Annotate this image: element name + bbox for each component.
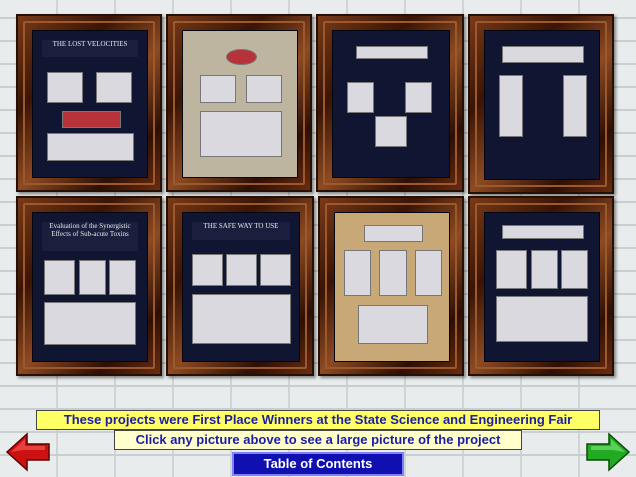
board-panel bbox=[414, 250, 442, 297]
board-panel bbox=[259, 254, 291, 287]
project-picture-2[interactable] bbox=[166, 14, 312, 192]
board-panel bbox=[225, 254, 257, 287]
project-board-image bbox=[334, 212, 450, 362]
board-panel bbox=[502, 224, 584, 239]
project-board-image bbox=[484, 212, 600, 362]
board-panel bbox=[346, 82, 375, 114]
board-panel bbox=[374, 115, 407, 147]
project-picture-7[interactable] bbox=[318, 196, 464, 376]
project-picture-3[interactable] bbox=[316, 14, 464, 192]
project-board-image bbox=[484, 30, 600, 180]
board-panel bbox=[95, 71, 132, 104]
board-panel bbox=[561, 250, 589, 289]
board-panel bbox=[109, 260, 137, 295]
right-arrow-icon bbox=[586, 432, 631, 472]
board-panel bbox=[530, 250, 558, 289]
previous-page-button[interactable] bbox=[5, 432, 51, 472]
project-board-image: THE LOST VELOCITIES bbox=[32, 30, 148, 178]
project-title: THE SAFE WAY TO USE bbox=[192, 221, 290, 240]
board-panel bbox=[192, 254, 224, 287]
project-board-image: THE SAFE WAY TO USE bbox=[182, 212, 300, 362]
left-arrow-icon bbox=[5, 432, 50, 472]
board-panel bbox=[357, 304, 429, 344]
board-panel bbox=[356, 45, 428, 60]
project-board-image: Evaluation of the Synergistic Effects of… bbox=[32, 212, 148, 362]
board-panel bbox=[192, 294, 291, 344]
board-panel bbox=[44, 301, 137, 346]
winners-banner: These projects were First Place Winners … bbox=[36, 410, 600, 430]
project-picture-8[interactable] bbox=[468, 196, 614, 376]
board-panel bbox=[344, 250, 372, 297]
board-panel bbox=[226, 48, 257, 66]
board-panel bbox=[200, 74, 237, 104]
board-panel bbox=[44, 260, 75, 295]
board-panel bbox=[78, 260, 106, 295]
board-panel bbox=[61, 111, 121, 128]
project-board-image bbox=[332, 30, 450, 178]
project-title: Evaluation of the Synergistic Effects of… bbox=[42, 221, 138, 252]
project-picture-1[interactable]: THE LOST VELOCITIES bbox=[16, 14, 162, 192]
project-picture-4[interactable] bbox=[468, 14, 614, 194]
board-panel bbox=[245, 74, 282, 104]
project-picture-6[interactable]: THE SAFE WAY TO USE bbox=[166, 196, 314, 376]
instruction-banner: Click any picture above to see a large p… bbox=[114, 430, 522, 450]
board-panel bbox=[46, 133, 135, 162]
next-page-button[interactable] bbox=[585, 432, 631, 472]
board-panel bbox=[200, 111, 282, 158]
board-panel bbox=[46, 71, 83, 104]
board-panel bbox=[498, 75, 524, 137]
project-board-image bbox=[182, 30, 298, 178]
board-panel bbox=[496, 250, 527, 289]
board-panel bbox=[502, 45, 584, 63]
project-title: THE LOST VELOCITIES bbox=[42, 39, 138, 58]
board-panel bbox=[379, 250, 407, 297]
project-picture-5[interactable]: Evaluation of the Synergistic Effects of… bbox=[16, 196, 162, 376]
board-panel bbox=[562, 75, 588, 137]
board-panel bbox=[404, 82, 433, 114]
board-panel bbox=[496, 295, 589, 343]
table-of-contents-button[interactable]: Table of Contents bbox=[232, 452, 404, 476]
board-panel bbox=[363, 224, 423, 242]
